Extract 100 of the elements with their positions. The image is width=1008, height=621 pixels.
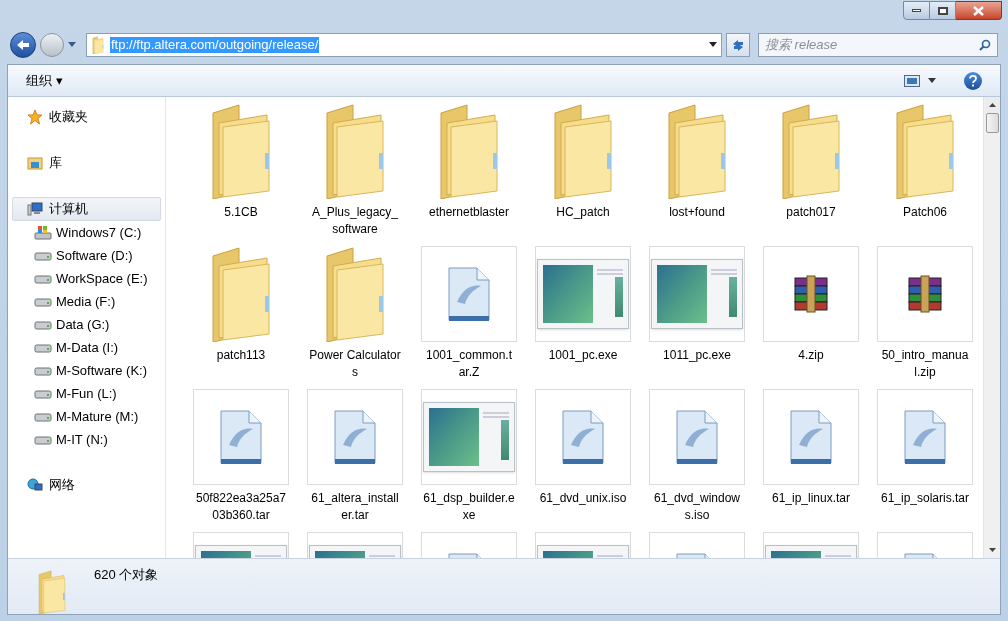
folder-icon (91, 36, 105, 54)
organize-menu[interactable]: 组织 ▾ (26, 70, 63, 91)
file-name: 50_intro_manual.zip (880, 347, 970, 381)
file-name: 1001_pc.exe (547, 347, 619, 364)
star-icon (27, 109, 43, 125)
minimize-button[interactable] (903, 1, 930, 20)
file-item[interactable]: 5.1CB (184, 99, 298, 238)
search-input[interactable]: 搜索 release (765, 35, 979, 55)
file-item[interactable]: A_Plus_legacy_software (298, 99, 412, 238)
drive-icon (34, 410, 52, 423)
document-icon (903, 409, 947, 465)
folder-icon (665, 103, 729, 199)
file-item[interactable]: patch113 (184, 242, 298, 381)
address-text: ftp://ftp.altera.com/outgoing/release/ (110, 37, 320, 53)
drive-icon (34, 295, 52, 308)
file-name: 1001_common.tar.Z (424, 347, 514, 381)
computer-icon (27, 201, 43, 217)
file-name: 61_dvd_windows.iso (652, 490, 742, 524)
view-button[interactable] (904, 74, 936, 87)
document-icon (333, 409, 377, 465)
search-field[interactable]: 搜索 release (758, 33, 998, 57)
scrollbar[interactable] (983, 97, 1000, 558)
drive-icon (34, 249, 52, 262)
refresh-button[interactable] (726, 33, 750, 57)
file-name: 61_altera_installer.tar (310, 490, 400, 524)
file-name: 61_dsp_builder.exe (423, 490, 515, 524)
drive-icon (34, 364, 52, 377)
library-icon (27, 155, 43, 171)
drive-item[interactable]: Media (F:) (12, 290, 161, 313)
drive-item[interactable]: Data (G:) (12, 313, 161, 336)
caret-icon[interactable] (709, 42, 717, 48)
search-icon (979, 39, 991, 51)
file-name: Patch06 (901, 204, 948, 221)
archive-icon (905, 274, 945, 314)
file-name: 4.zip (797, 347, 825, 364)
archive-icon (791, 274, 831, 314)
file-name: 61_ip_linux.tar (770, 490, 852, 507)
file-name: 50f822ea3a25a703b360.tar (195, 490, 287, 524)
drive-item[interactable]: Software (D:) (12, 244, 161, 267)
file-name: patch113 (215, 347, 267, 364)
help-button[interactable] (964, 71, 982, 90)
file-name: 61_dvd_unix.iso (538, 490, 628, 507)
nav-item[interactable]: 库 (12, 151, 161, 175)
folder-icon (209, 246, 273, 342)
item-count: 620 个对象 (94, 566, 159, 584)
file-item[interactable]: lost+found (640, 99, 754, 238)
nav-item[interactable]: 收藏夹 (12, 105, 161, 129)
drive-item[interactable]: M-IT (N:) (12, 428, 161, 451)
arrow-left-icon (16, 39, 30, 51)
file-name: HC_patch (555, 204, 611, 221)
file-name: A_Plus_legacy_software (310, 204, 400, 238)
file-name: 1011_pc.exe (662, 347, 732, 364)
nav-item[interactable]: 计算机 (12, 197, 161, 221)
document-icon (561, 409, 605, 465)
scroll-down-icon[interactable] (988, 548, 996, 552)
file-item[interactable]: ethernetblaster (412, 99, 526, 238)
help-icon (969, 74, 977, 87)
maximize-button[interactable] (930, 1, 956, 20)
document-icon (447, 266, 491, 322)
folder-icon (437, 103, 501, 199)
network-icon (27, 477, 43, 493)
drive-item[interactable]: Windows7 (C:) (12, 221, 161, 244)
folder-icon (323, 246, 387, 342)
close-icon (973, 5, 984, 16)
caret-icon (928, 77, 936, 84)
file-name: patch017 (785, 204, 837, 221)
folder-icon (893, 103, 957, 199)
file-item[interactable]: Power Calculators (298, 242, 412, 381)
file-name: ethernetblaster (427, 204, 511, 221)
drive-item[interactable]: M-Data (I:) (12, 336, 161, 359)
drive-icon (34, 387, 52, 400)
drive-icon (34, 433, 52, 446)
view-icon (904, 74, 920, 87)
document-icon (789, 409, 833, 465)
scroll-up-icon[interactable] (988, 103, 996, 107)
drive-icon (34, 341, 52, 354)
file-name: Power Calculators (309, 347, 401, 381)
nav-item[interactable]: 网络 (12, 473, 161, 497)
file-name: 61_ip_solaris.tar (879, 490, 971, 507)
scroll-thumb[interactable] (985, 113, 999, 133)
file-item[interactable]: patch017 (754, 99, 868, 238)
file-item[interactable]: HC_patch (526, 99, 640, 238)
drive-item[interactable]: M-Mature (M:) (12, 405, 161, 428)
file-name: 5.1CB (223, 204, 259, 221)
system-drive-icon (34, 224, 52, 241)
drive-icon (34, 318, 52, 331)
drive-item[interactable]: M-Fun (L:) (12, 382, 161, 405)
drive-item[interactable]: M-Software (K:) (12, 359, 161, 382)
document-icon (675, 409, 719, 465)
file-name: lost+found (668, 204, 726, 221)
file-item[interactable]: Patch06 (868, 99, 982, 238)
refresh-icon (731, 38, 745, 52)
folder-icon (551, 103, 615, 199)
close-button[interactable] (956, 1, 1002, 20)
folder-icon (323, 103, 387, 199)
document-icon (219, 409, 263, 465)
folder-icon (779, 103, 843, 199)
back-button[interactable] (10, 32, 36, 58)
drive-item[interactable]: WorkSpace (E:) (12, 267, 161, 290)
folder-icon (209, 103, 273, 199)
